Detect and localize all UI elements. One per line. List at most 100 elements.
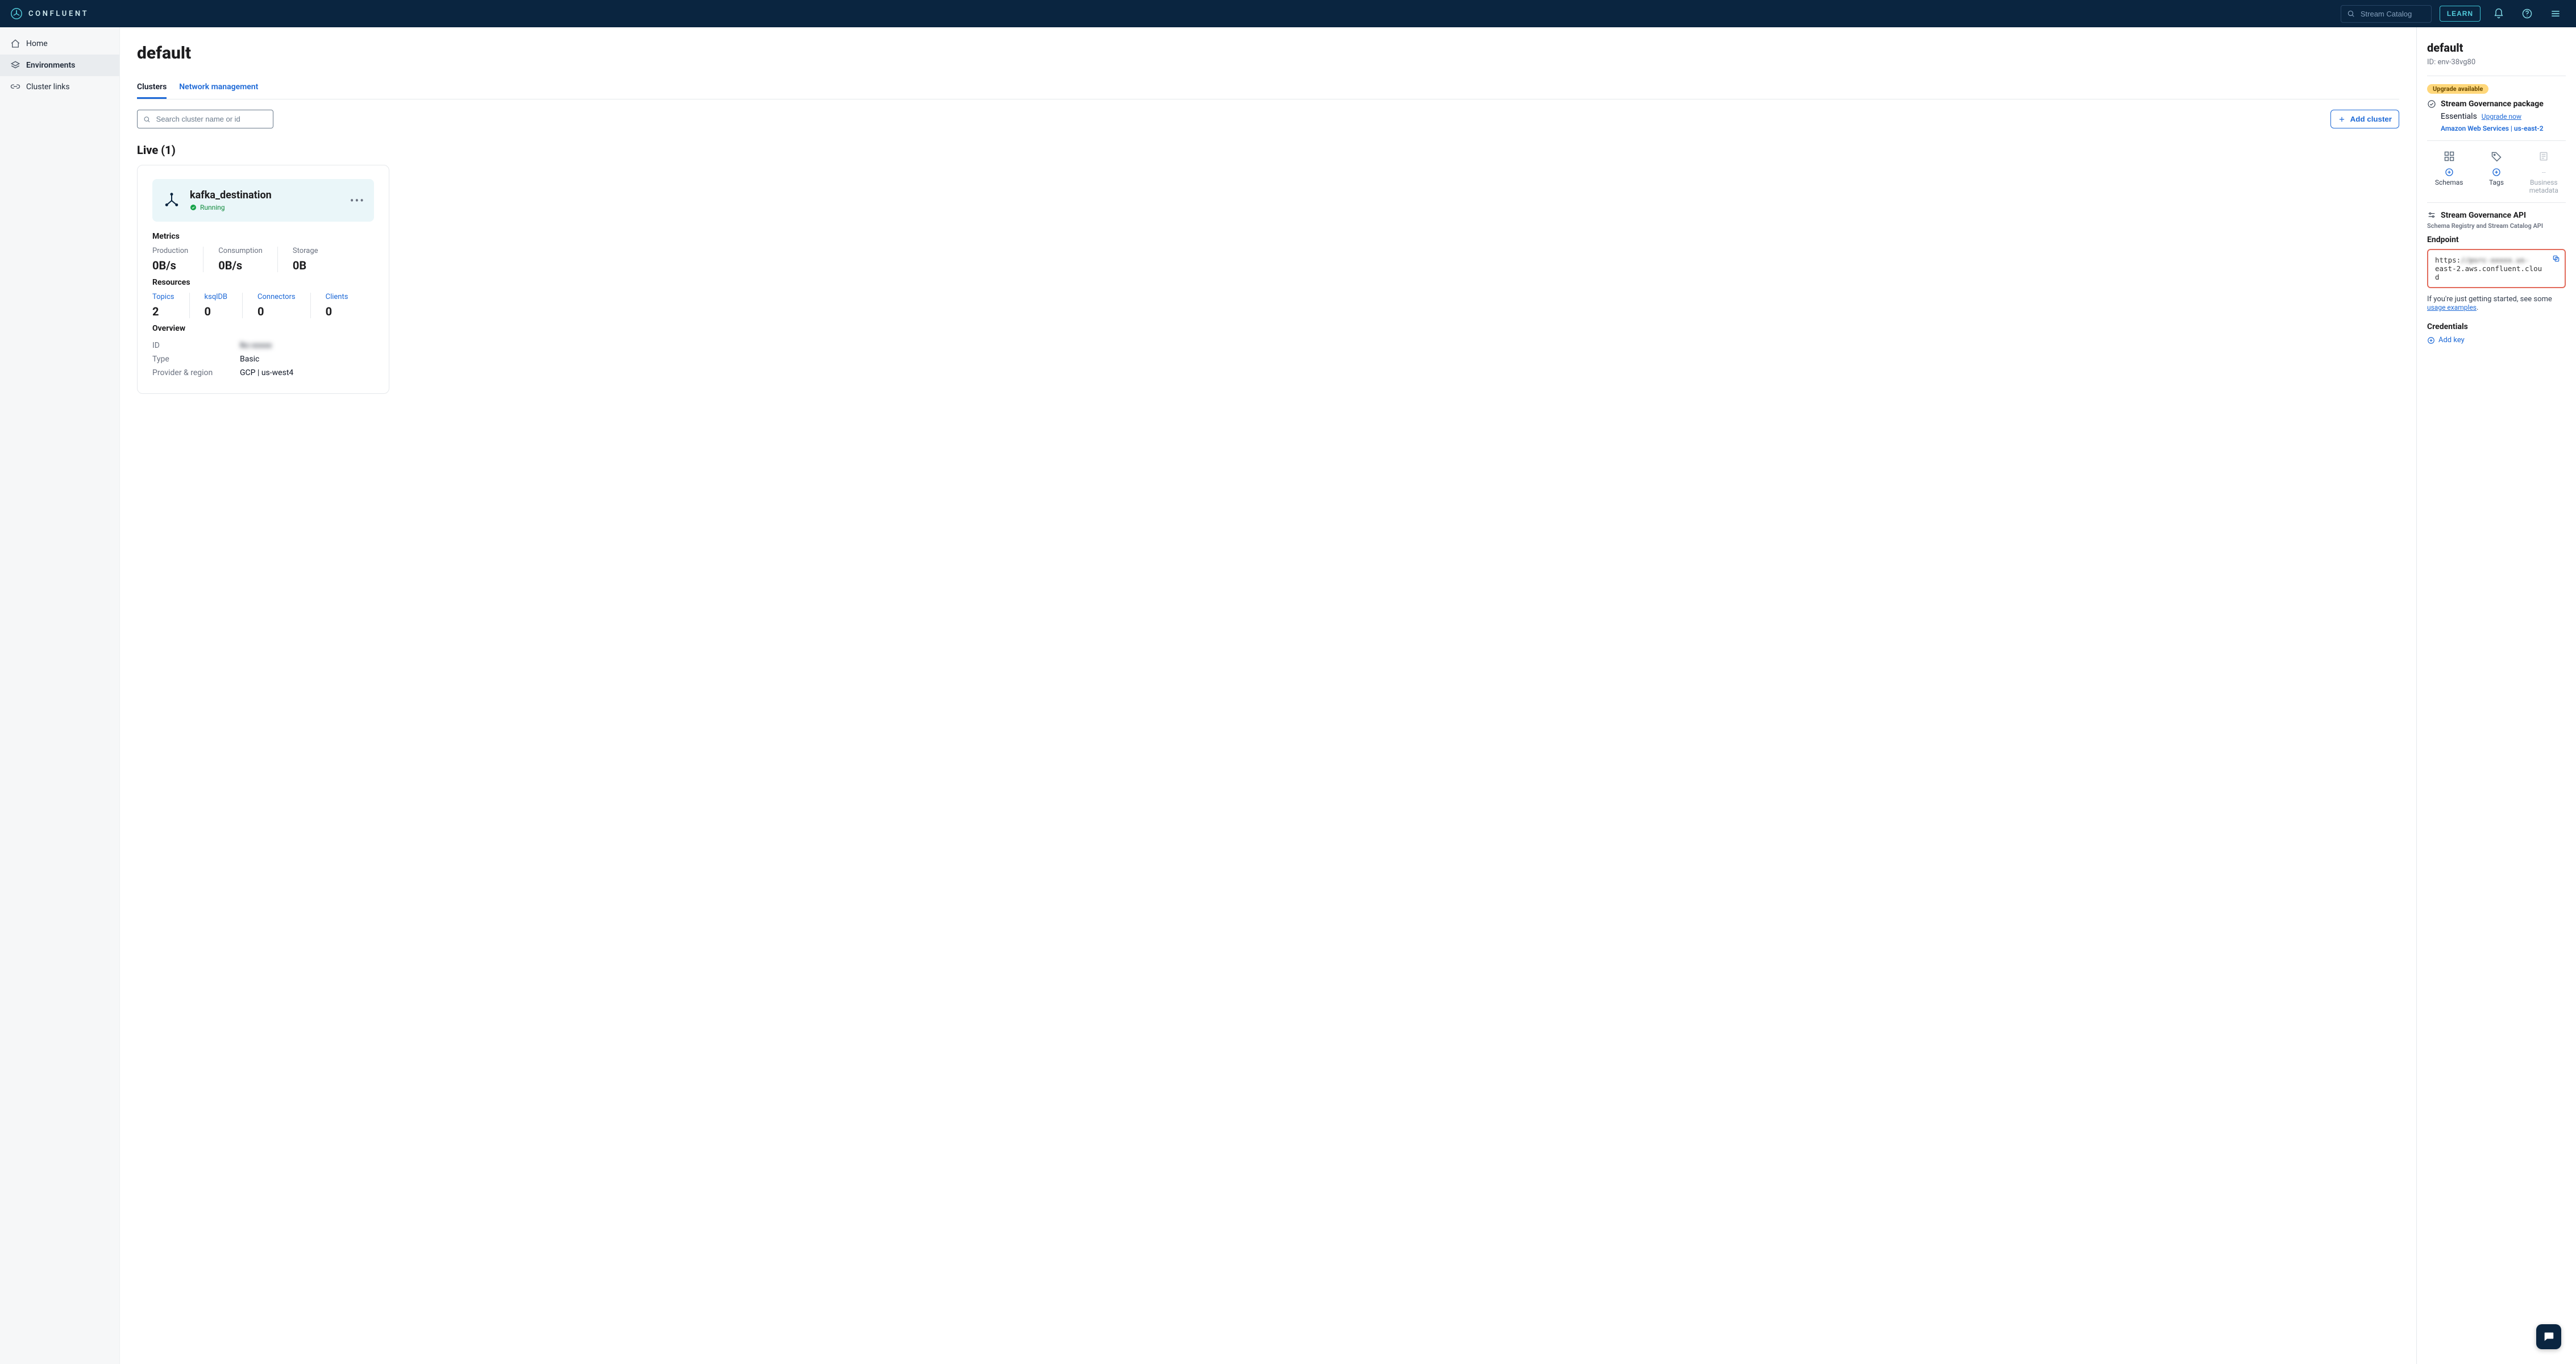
sidebar-item-label: Cluster links [26, 82, 70, 92]
overview-label: Provider & region [152, 368, 226, 377]
feature-label: Schemas [2427, 178, 2471, 186]
search-icon [143, 115, 151, 123]
cluster-more-button[interactable]: ••• [350, 194, 365, 207]
home-icon [10, 39, 20, 49]
feature-label: Tags [2474, 178, 2518, 186]
endpoint-label: Endpoint [2427, 235, 2566, 244]
governance-package-heading: Stream Governance package [2441, 99, 2544, 109]
hamburger-icon [2550, 8, 2561, 19]
toolbar: Add cluster [137, 110, 2399, 128]
endpoint-text-rest: east-2.aws.confluent.cloud [2435, 264, 2542, 281]
metric-consumption: Consumption 0B/s [203, 247, 277, 272]
chat-icon [2542, 1330, 2555, 1343]
env-title: default [2427, 41, 2566, 55]
overview: ID lkc-xxxxx Type Basic Provider & regio… [152, 339, 374, 380]
metric-value: 0B/s [152, 259, 188, 272]
bell-icon [2493, 8, 2504, 19]
add-cluster-button[interactable]: Add cluster [2330, 110, 2399, 128]
disabled-indicator: -- [2522, 166, 2566, 178]
stream-catalog-input[interactable] [2359, 9, 2422, 19]
add-key-button[interactable]: Add key [2427, 336, 2566, 344]
settings-icon [2427, 211, 2436, 220]
metric-label: Storage [293, 247, 318, 255]
copy-icon [2552, 255, 2560, 263]
endpoint-text-prefix: https: [2435, 256, 2461, 264]
cluster-status-text: Running [200, 203, 225, 211]
governance-api-title: Stream Governance API [2441, 211, 2526, 220]
metadata-icon [2538, 151, 2549, 162]
resource-ksqldb[interactable]: ksqlDB 0 [189, 293, 242, 318]
endpoint-text-blurred: //psrc-xxxxx.us- [2461, 256, 2529, 264]
sidebar-item-label: Home [26, 39, 48, 48]
chat-fab[interactable] [2536, 1324, 2561, 1349]
note-prefix: If you're just getting started, see some [2427, 295, 2552, 303]
sidebar-item-cluster-links[interactable]: Cluster links [0, 76, 119, 98]
cluster-card-header[interactable]: kafka_destination Running ••• [152, 179, 374, 222]
help-icon [2521, 8, 2533, 19]
cluster-search-input[interactable] [155, 114, 267, 124]
metrics: Production 0B/s Consumption 0B/s Storage… [152, 247, 374, 272]
learn-button[interactable]: LEARN [2440, 6, 2481, 22]
sidebar-item-environments[interactable]: Environments [0, 55, 119, 76]
search-icon [2347, 10, 2355, 18]
metric-label: Consumption [218, 247, 263, 255]
usage-examples-link[interactable]: usage examples [2427, 303, 2477, 311]
tab-clusters[interactable]: Clusters [137, 77, 167, 99]
metric-production: Production 0B/s [152, 247, 203, 272]
copy-endpoint-button[interactable] [2552, 255, 2560, 264]
help-button[interactable] [2517, 3, 2537, 24]
governance-package-row: Stream Governance package [2427, 99, 2566, 109]
overview-value: Basic [240, 355, 259, 364]
check-outline-icon [2427, 99, 2436, 109]
resource-topics[interactable]: Topics 2 [152, 293, 189, 318]
overview-row-provider: Provider & region GCP | us-west4 [152, 366, 374, 380]
endpoint-codebox: https://psrc-xxxxx.us-east-2.aws.conflue… [2427, 249, 2566, 288]
content: default Clusters Network management Add … [120, 27, 2417, 1364]
feature-tags[interactable]: Tags [2474, 149, 2518, 194]
sidebar: Home Environments Cluster links [0, 27, 120, 1364]
metric-value: 0B [293, 259, 318, 272]
upgrade-chip[interactable]: Upgrade available [2427, 84, 2488, 94]
credentials-heading: Credentials [2427, 322, 2566, 331]
brand[interactable]: CONFLUENT [10, 7, 89, 20]
feature-schemas[interactable]: Schemas [2427, 149, 2471, 194]
resource-clients[interactable]: Clients 0 [310, 293, 363, 318]
resource-connectors[interactable]: Connectors 0 [242, 293, 310, 318]
upgrade-now-link[interactable]: Upgrade now [2482, 113, 2521, 120]
top-nav: CONFLUENT LEARN [0, 0, 2576, 27]
overview-row-id: ID lkc-xxxxx [152, 339, 374, 352]
overview-row-type: Type Basic [152, 352, 374, 366]
overview-label: ID [152, 341, 226, 350]
plus-icon [2338, 115, 2346, 123]
overview-heading: Overview [152, 324, 374, 333]
right-panel: default ID: env-38vg80 Upgrade available… [2417, 27, 2576, 1364]
resource-label: Topics [152, 293, 174, 301]
notifications-button[interactable] [2488, 3, 2509, 24]
sidebar-item-label: Environments [26, 61, 75, 70]
schemas-icon [2444, 151, 2455, 162]
governance-api-heading: Stream Governance API [2427, 211, 2566, 220]
resource-label: Clients [326, 293, 348, 301]
metric-label: Production [152, 247, 188, 255]
resource-value: 0 [326, 305, 348, 318]
cluster-status: Running [190, 203, 272, 211]
menu-button[interactable] [2545, 3, 2566, 24]
add-cluster-label: Add cluster [2350, 115, 2392, 123]
stream-catalog-search[interactable] [2341, 5, 2432, 23]
add-key-label: Add key [2438, 336, 2465, 344]
cluster-search[interactable] [137, 110, 273, 128]
env-id-value: env-38vg80 [2437, 58, 2475, 66]
tab-network-management[interactable]: Network management [179, 77, 258, 99]
tag-icon [2491, 151, 2502, 162]
overview-value: lkc-xxxxx [240, 341, 272, 350]
plus-circle-icon [2445, 168, 2454, 177]
resource-value: 0 [205, 305, 227, 318]
confluent-logo-icon [10, 7, 23, 20]
governance-api-desc: Schema Registry and Stream Catalog API [2427, 222, 2566, 230]
resource-value: 0 [257, 305, 296, 318]
resources-heading: Resources [152, 278, 374, 287]
cluster-card: kafka_destination Running ••• Metrics Pr… [137, 165, 389, 394]
sidebar-item-home[interactable]: Home [0, 33, 119, 55]
resource-label: ksqlDB [205, 293, 227, 301]
check-circle-icon [190, 204, 197, 211]
